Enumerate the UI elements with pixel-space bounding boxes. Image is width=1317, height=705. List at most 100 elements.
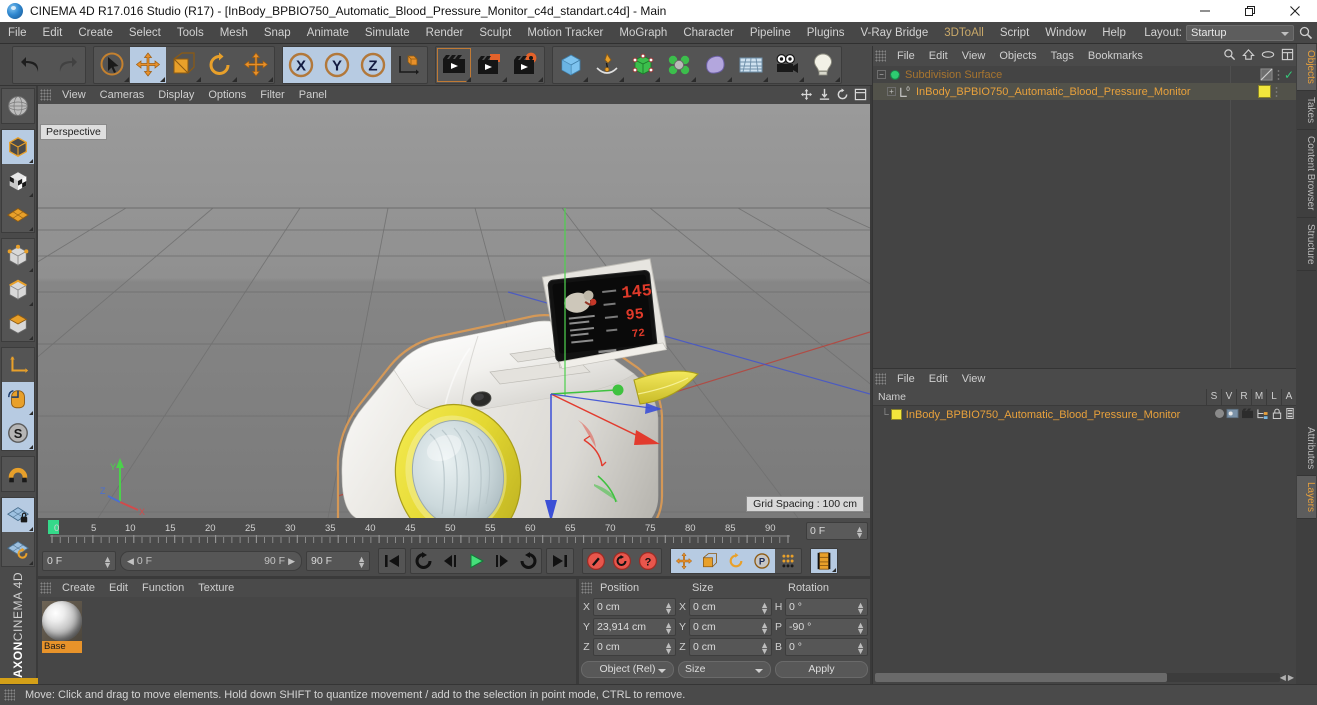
autokeying-button[interactable] bbox=[609, 549, 635, 573]
go-to-start-button[interactable] bbox=[379, 549, 405, 573]
layer-menu-file[interactable]: File bbox=[890, 370, 922, 388]
play-button[interactable] bbox=[463, 549, 489, 573]
go-to-end-button[interactable] bbox=[547, 549, 573, 573]
layer-menu-edit[interactable]: Edit bbox=[922, 370, 955, 388]
scroll-left-icon[interactable]: ◀ bbox=[1280, 673, 1286, 682]
material-menu-function[interactable]: Function bbox=[135, 579, 191, 597]
apply-button[interactable]: Apply bbox=[775, 660, 868, 678]
dolly-icon[interactable] bbox=[818, 88, 831, 101]
object-menu-bookmarks[interactable]: Bookmarks bbox=[1081, 47, 1150, 65]
panel-grip-icon[interactable] bbox=[40, 89, 51, 101]
rotation-key-button[interactable] bbox=[723, 549, 749, 573]
visible-icon[interactable] bbox=[1226, 408, 1239, 419]
timeline-ruler-svg[interactable]: 0 5 10 15 20 25 30 35 40 45 50 55 60 65 70 75 80 85 … bbox=[38, 518, 806, 546]
input-size-y[interactable]: 0 cm ▲ ▼ bbox=[689, 618, 772, 636]
input-position-x[interactable]: 0 cm ▲ ▼ bbox=[593, 598, 676, 616]
viewport-menu-options[interactable]: Options bbox=[201, 86, 253, 104]
menu-character[interactable]: Character bbox=[675, 22, 742, 44]
add-spline-button[interactable] bbox=[589, 47, 625, 83]
orbit-icon[interactable] bbox=[836, 88, 849, 101]
layer-menu-view[interactable]: View bbox=[955, 370, 993, 388]
object-axis-mode-button[interactable] bbox=[2, 348, 34, 382]
transform-tool[interactable] bbox=[238, 47, 274, 83]
input-rotation-h[interactable]: 0 ° ▲ ▼ bbox=[785, 598, 868, 616]
coordinate-system-dropdown[interactable]: Object (Rel) bbox=[581, 660, 674, 678]
add-cube-button[interactable] bbox=[553, 47, 589, 83]
menu-motion-tracker[interactable]: Motion Tracker bbox=[519, 22, 611, 44]
minimize-icon[interactable] bbox=[1182, 0, 1227, 22]
step-back-button[interactable] bbox=[437, 549, 463, 573]
live-selection-tool[interactable] bbox=[94, 47, 130, 83]
object-menu-edit[interactable]: Edit bbox=[922, 47, 955, 65]
viewport-menu-display[interactable]: Display bbox=[151, 86, 201, 104]
material-menu-create[interactable]: Create bbox=[55, 579, 102, 597]
close-icon[interactable] bbox=[1272, 0, 1317, 22]
panel-grip-icon[interactable] bbox=[4, 689, 15, 701]
layer-horizontal-scrollbar[interactable] bbox=[875, 673, 1280, 682]
manager-icon[interactable] bbox=[1256, 408, 1269, 419]
redo-button[interactable] bbox=[49, 47, 85, 83]
object-menu-file[interactable]: File bbox=[890, 47, 922, 65]
scale-tool[interactable] bbox=[166, 47, 202, 83]
planar-workplane-button[interactable] bbox=[2, 532, 34, 566]
polygon-mode-button[interactable] bbox=[2, 307, 34, 341]
scale-key-button[interactable] bbox=[697, 549, 723, 573]
z-axis-lock[interactable]: Z bbox=[355, 46, 391, 83]
visibility-dots-icon[interactable] bbox=[1276, 69, 1280, 80]
material-menu-edit[interactable]: Edit bbox=[102, 579, 135, 597]
layer-color-swatch[interactable] bbox=[890, 409, 902, 420]
viewport-menu-view[interactable]: View bbox=[55, 86, 93, 104]
viewport-menu-cameras[interactable]: Cameras bbox=[93, 86, 152, 104]
move-tool[interactable] bbox=[130, 46, 166, 83]
add-camera-button[interactable] bbox=[769, 47, 805, 83]
input-size-x[interactable]: 0 cm ▲ ▼ bbox=[689, 598, 772, 616]
menu-sculpt[interactable]: Sculpt bbox=[471, 22, 519, 44]
menu-mesh[interactable]: Mesh bbox=[212, 22, 256, 44]
object-tree[interactable]: − Subdivision Surface ✓ + 0 InBody_BPBIO… bbox=[873, 66, 1296, 368]
layer-column-m[interactable]: M bbox=[1251, 389, 1266, 406]
menu-help[interactable]: Help bbox=[1094, 22, 1134, 44]
make-editable-button[interactable] bbox=[2, 89, 34, 123]
layout-dropdown[interactable]: Startup bbox=[1186, 25, 1294, 41]
y-axis-lock[interactable]: Y bbox=[319, 46, 355, 83]
menu-3dtoall[interactable]: 3DToAll bbox=[936, 22, 992, 44]
input-position-z[interactable]: 0 cm ▲ ▼ bbox=[593, 638, 676, 656]
menu-render[interactable]: Render bbox=[418, 22, 472, 44]
restore-icon[interactable] bbox=[1227, 0, 1272, 22]
viewport-menu-panel[interactable]: Panel bbox=[292, 86, 334, 104]
timeline-end-field[interactable]: 0 F ▲ ▼ bbox=[806, 522, 868, 540]
play-reverse-loop-button[interactable] bbox=[411, 549, 437, 573]
menu-mograph[interactable]: MoGraph bbox=[611, 22, 675, 44]
layer-row[interactable]: └ InBody_BPBIO750_Automatic_Blood_Pressu… bbox=[873, 406, 1296, 423]
menu-tools[interactable]: Tools bbox=[169, 22, 212, 44]
texture-mode-button[interactable] bbox=[2, 164, 34, 198]
object-menu-view[interactable]: View bbox=[955, 47, 993, 65]
object-row-subdivision-surface[interactable]: − Subdivision Surface ✓ bbox=[873, 66, 1296, 83]
render-view-button[interactable] bbox=[436, 47, 472, 83]
viewport-menu-filter[interactable]: Filter bbox=[253, 86, 291, 104]
workplane-mode-button[interactable] bbox=[2, 198, 34, 232]
magnet-tool-button[interactable] bbox=[2, 457, 34, 491]
viewport-canvas[interactable]: Perspective Grid Spacing : 100 cm 145 95… bbox=[38, 104, 870, 518]
yellow-material-tag-icon[interactable] bbox=[1258, 85, 1271, 98]
panel-grip-icon[interactable] bbox=[40, 582, 51, 594]
panel-grip-icon[interactable] bbox=[581, 582, 592, 594]
play-forward-loop-button[interactable] bbox=[515, 549, 541, 573]
material-item-base[interactable]: Base bbox=[42, 601, 82, 653]
object-menu-objects[interactable]: Objects bbox=[992, 47, 1043, 65]
layer-column-v[interactable]: V bbox=[1221, 389, 1236, 406]
vtab-structure[interactable]: Structure bbox=[1297, 218, 1316, 272]
layout-icon[interactable] bbox=[1281, 48, 1294, 61]
menu-file[interactable]: File bbox=[0, 22, 35, 44]
input-position-y[interactable]: 23,914 cm ▲ ▼ bbox=[593, 618, 676, 636]
check-icon[interactable]: ✓ bbox=[1284, 69, 1294, 81]
undo-button[interactable] bbox=[13, 47, 49, 83]
menu-snap[interactable]: Snap bbox=[256, 22, 299, 44]
range-left-arrow-icon[interactable]: ◀ bbox=[127, 556, 134, 567]
vtab-attributes[interactable]: Attributes bbox=[1297, 421, 1316, 477]
solo-dot-icon[interactable] bbox=[1215, 409, 1224, 418]
point-mode-button[interactable] bbox=[2, 239, 34, 273]
scroll-right-icon[interactable]: ▶ bbox=[1288, 673, 1294, 682]
add-light-button[interactable] bbox=[805, 47, 841, 83]
range-right-arrow-icon[interactable]: ▶ bbox=[288, 556, 295, 567]
